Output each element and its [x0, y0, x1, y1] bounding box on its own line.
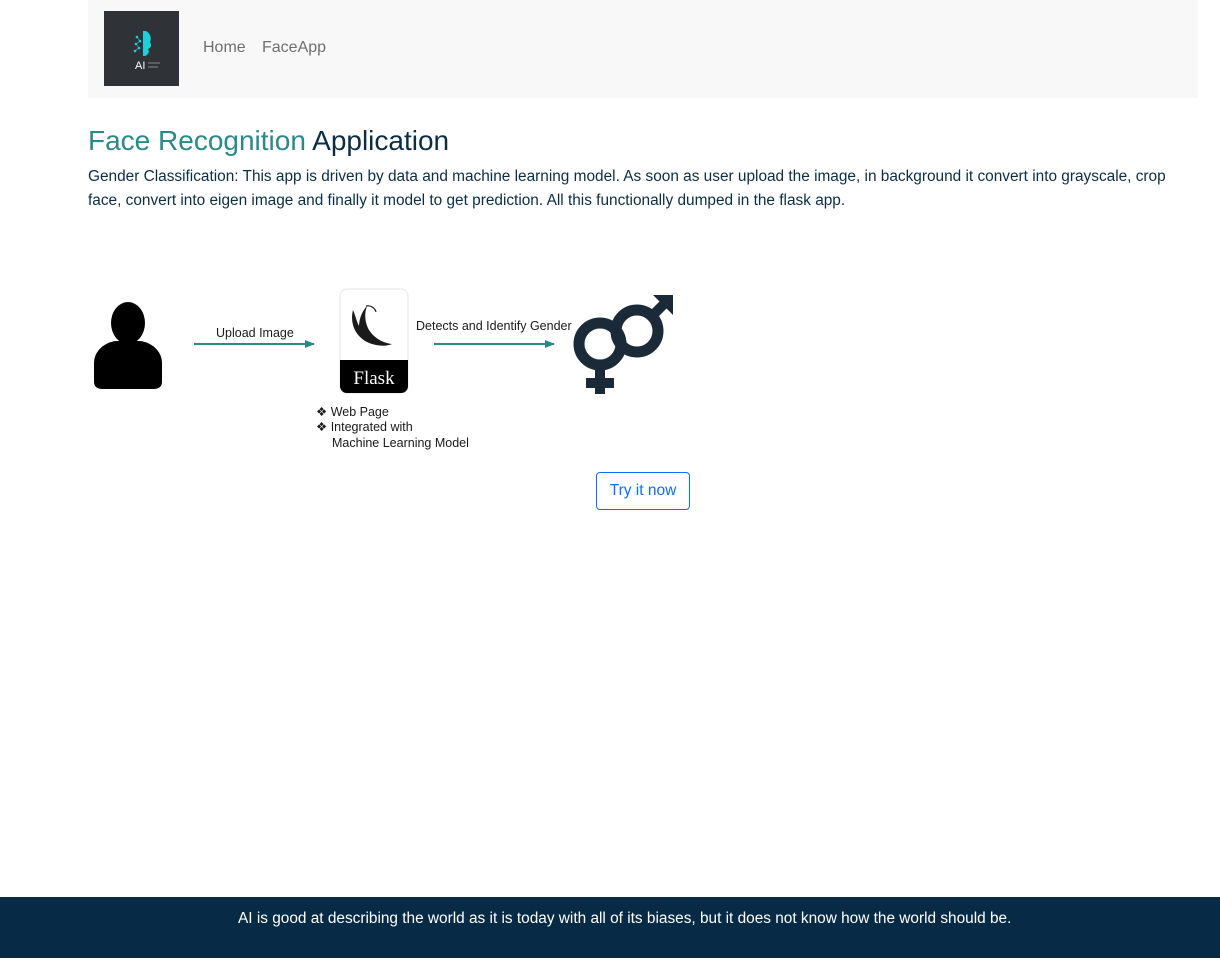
page-title-accent: Face Recognition [88, 125, 306, 156]
page-title: Face Recognition Application [88, 122, 449, 160]
page-title-main: Application [312, 125, 450, 156]
flask-bullets: ❖ Web Page ❖ Integrated with Machine Lea… [316, 405, 469, 450]
user-icon [94, 302, 162, 389]
flask-icon: Flask [339, 288, 409, 394]
try-it-now-button[interactable]: Try it now [596, 472, 690, 510]
footer-quote: AI is good at describing the world as it… [238, 910, 1012, 927]
nav-link-home[interactable]: Home [203, 39, 246, 57]
upload-image-label: Upload Image [216, 326, 294, 340]
navbar: AI Home FaceApp [88, 0, 1198, 98]
nav-link-faceapp[interactable]: FaceApp [262, 39, 326, 57]
workflow-diagram: Upload Image Flask Detects and Identify … [94, 288, 673, 450]
flask-label: Flask [353, 368, 395, 389]
app-description: Gender Classification: This app is drive… [88, 168, 1166, 209]
bullet-ml-model: Machine Learning Model [332, 436, 469, 450]
bullet-integrated: ❖ Integrated with [316, 420, 413, 434]
gender-symbol-icon [573, 295, 673, 394]
ai-logo-icon: AI [133, 31, 160, 72]
bullet-web-page: ❖ Web Page [316, 405, 389, 419]
detect-gender-label: Detects and Identify Gender [416, 319, 572, 333]
ai-logo[interactable]: AI [104, 11, 179, 86]
logo-text: AI [135, 60, 145, 72]
